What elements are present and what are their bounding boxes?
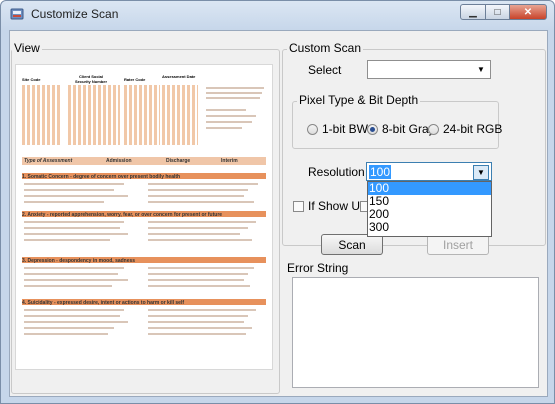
preview-text-line — [206, 87, 264, 89]
scan-button[interactable]: Scan — [321, 234, 383, 255]
pixel-type-group-title: Pixel Type & Bit Depth — [297, 93, 421, 107]
preview-text-line — [24, 321, 128, 323]
preview-header-cell-site: Site Code — [22, 77, 41, 82]
error-string-label: Error String — [287, 261, 349, 275]
preview-text-line — [206, 127, 242, 129]
preview-text-line — [24, 221, 124, 223]
preview-text-line — [148, 333, 246, 335]
preview-text-line — [24, 273, 118, 275]
show-ui-checkbox[interactable] — [293, 201, 304, 212]
select-label: Select — [308, 63, 342, 77]
resolution-option-300[interactable]: 300 — [368, 221, 491, 234]
preview-text-line — [24, 279, 128, 281]
preview-text-line — [24, 267, 124, 269]
preview-text-line — [24, 189, 114, 191]
preview-text-line — [206, 92, 262, 94]
preview-text-line — [24, 315, 120, 317]
preview-text-line — [148, 189, 248, 191]
resolution-label: Resolution — [308, 165, 365, 179]
radio-8bit-gray[interactable] — [367, 124, 378, 135]
preview-text-line — [148, 285, 250, 287]
error-string-textbox[interactable] — [292, 277, 539, 388]
preview-bubble-grid-date — [162, 85, 198, 145]
assessment-type-label: Type of Assessment — [24, 158, 73, 164]
radio-24bit-rgb-label[interactable]: 24-bit RGB — [443, 122, 502, 136]
preview-bubble-grid-ssn — [68, 85, 120, 145]
preview-text-line — [24, 333, 108, 335]
chevron-down-icon[interactable]: ▼ — [473, 165, 489, 180]
preview-text-line — [148, 315, 248, 317]
preview-text-line — [148, 227, 248, 229]
assessment-admission: Admission — [106, 158, 132, 164]
preview-text-line — [148, 267, 254, 269]
title-bar[interactable]: Customize Scan ▁ □ ✕ — [1, 1, 554, 29]
preview-text-line — [206, 97, 260, 99]
preview-text-line — [148, 201, 254, 203]
assessment-discharge: Discharge — [166, 158, 191, 164]
insert-button: Insert — [427, 234, 489, 255]
preview-text-line — [148, 183, 258, 185]
assessment-interim: Interim — [221, 158, 238, 164]
preview-text-line — [148, 239, 252, 241]
preview-text-line — [206, 109, 246, 111]
document-preview-image: Site Code Client Social Security Number … — [15, 64, 273, 370]
view-group-title: View — [12, 41, 42, 55]
radio-8bit-gray-label[interactable]: 8-bit Gray — [382, 122, 435, 136]
section-somatic-title: 1. Somatic Concern - degree of concern o… — [22, 174, 181, 180]
preview-text-line — [148, 279, 244, 281]
preview-text-line — [24, 195, 128, 197]
preview-text-line — [148, 273, 248, 275]
preview-text-line — [24, 227, 120, 229]
show-ui-label[interactable]: If Show UI — [308, 199, 363, 213]
preview-text-line — [206, 121, 252, 123]
close-button[interactable]: ✕ — [509, 4, 547, 20]
preview-header-cell-date: Assessment Date — [162, 74, 196, 79]
chevron-down-icon[interactable]: ▼ — [474, 63, 488, 76]
preview-text-line — [24, 327, 114, 329]
custom-scan-group-title: Custom Scan — [287, 41, 364, 55]
radio-24bit-rgb[interactable] — [428, 124, 439, 135]
preview-text-line — [24, 201, 104, 203]
preview-text-line — [24, 239, 110, 241]
radio-1bit-bw[interactable] — [307, 124, 318, 135]
section-anxiety-title: 2. Anxiety - reported apprehension, worr… — [22, 212, 223, 218]
resolution-dropdown-list[interactable]: 100 150 200 300 — [367, 181, 492, 237]
preview-text-line — [206, 115, 256, 117]
preview-text-line — [148, 321, 244, 323]
select-combobox[interactable]: ▼ — [367, 60, 491, 79]
preview-text-line — [148, 195, 244, 197]
preview-bubble-grid-site — [22, 85, 62, 145]
preview-text-line — [148, 309, 256, 311]
section-depression-title: 3. Depression - despondency in mood, sad… — [22, 258, 136, 264]
minimize-button[interactable]: ▁ — [460, 4, 486, 20]
preview-text-line — [148, 327, 252, 329]
section-suicidality-title: 4. Suicidality - expressed desire, inten… — [22, 300, 184, 306]
customize-scan-window: Customize Scan ▁ □ ✕ View Custom Scan Se… — [0, 0, 555, 404]
preview-text-line — [24, 309, 124, 311]
preview-text-line — [24, 233, 128, 235]
preview-text-line — [148, 233, 240, 235]
window-title: Customize Scan — [31, 7, 119, 21]
radio-1bit-bw-label[interactable]: 1-bit BW — [322, 122, 368, 136]
preview-text-line — [24, 285, 112, 287]
maximize-button[interactable]: □ — [485, 4, 510, 20]
preview-text-line — [148, 221, 256, 223]
preview-text-line — [24, 183, 124, 185]
preview-header-cell-rater: Rater Code — [124, 77, 146, 82]
resolution-value: 100 — [369, 165, 392, 179]
preview-bubble-grid-rater — [124, 85, 160, 145]
scanner-app-icon — [10, 8, 24, 20]
preview-header-cell-ssn: Client Social Security Number — [74, 74, 107, 84]
resolution-combobox[interactable]: 100 ▼ — [366, 162, 492, 181]
